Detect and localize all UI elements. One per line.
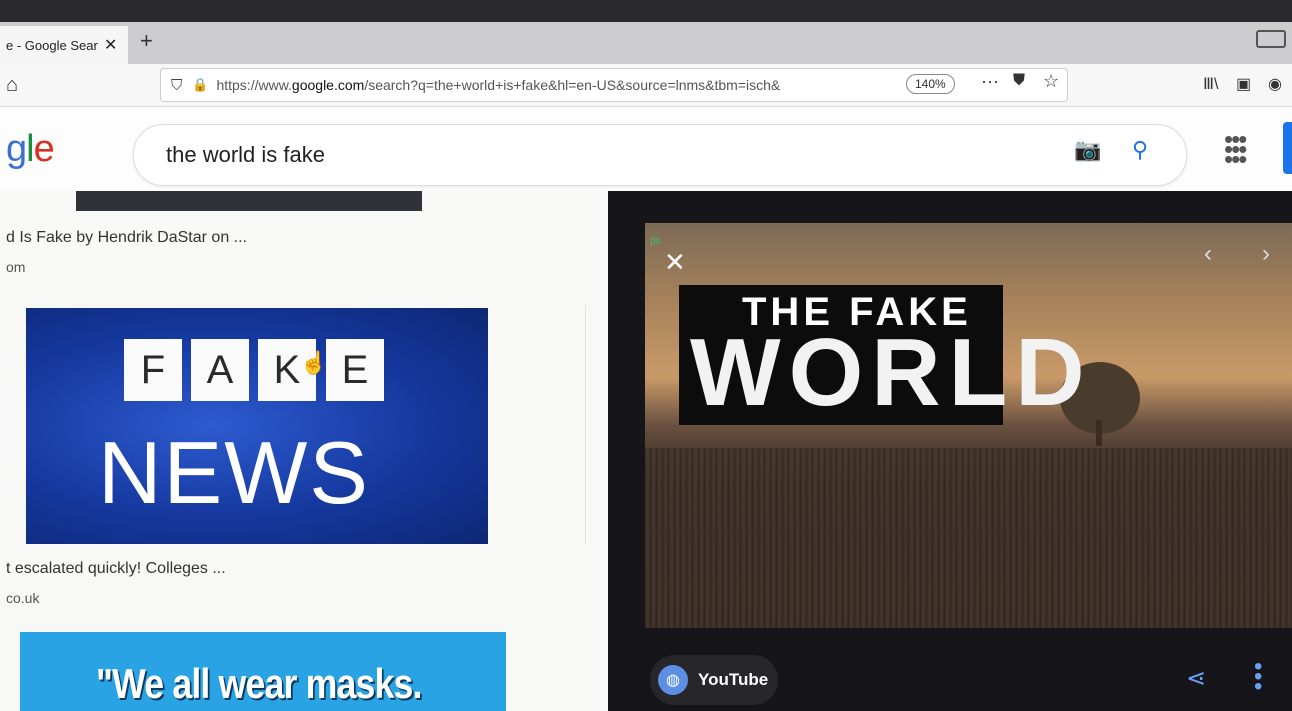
bookmark-star-icon[interactable]: ☆ [1043, 71, 1059, 92]
fake-letter-card: E [326, 339, 384, 401]
url-domain: google.com [291, 77, 365, 93]
source-label: YouTube [698, 670, 769, 689]
url-prefix: https://www. [216, 77, 292, 93]
search-box[interactable]: the world is fake 📷 ⚲ [133, 124, 1187, 186]
camera-search-icon[interactable]: 📷 [1074, 137, 1101, 163]
search-input[interactable]: the world is fake [166, 142, 325, 168]
monitor-bezel [0, 0, 1292, 22]
search-icon[interactable]: ⚲ [1132, 137, 1148, 163]
chevron-right-icon[interactable]: › [1262, 240, 1270, 268]
home-icon[interactable]: ⌂ [6, 74, 18, 97]
fake-letter-card: A [191, 339, 249, 401]
library-icon[interactable]: Ⅲ\ [1203, 74, 1218, 94]
zoom-level-button[interactable]: 140% [906, 74, 955, 94]
result-title[interactable]: t escalated quickly! Colleges ... [6, 560, 226, 578]
result-source: om [6, 259, 26, 275]
sign-in-button[interactable] [1283, 122, 1292, 174]
address-bar[interactable]: ⛉ 🔒 https://www.google.com/search?q=the+… [160, 68, 1068, 102]
logo-letter-g: g [6, 128, 27, 170]
masks-text: "We all wear masks. [96, 660, 422, 707]
fake-letter-card: F [124, 339, 182, 401]
page-actions-menu-icon[interactable]: ··· [981, 71, 999, 92]
result-thumbnail-top[interactable] [76, 191, 422, 211]
preview-title-line2: WORLD [690, 319, 1093, 426]
lock-icon[interactable]: 🔒 [192, 77, 208, 93]
result-title[interactable]: d Is Fake by Hendrik DaStar on ... [6, 229, 247, 247]
sidebar-icon[interactable]: ▣ [1236, 74, 1251, 94]
news-word: NEWS [98, 423, 370, 522]
preview-tree-trunk [1096, 420, 1102, 446]
result-source: co.uk [6, 590, 40, 606]
logo-letter-e: e [33, 128, 55, 170]
browser-tab[interactable]: e - Google Sear ✕ [0, 26, 128, 64]
account-icon[interactable]: ◉ [1268, 74, 1282, 94]
logo-letter-l: l [26, 128, 35, 170]
share-icon[interactable]: ⋖ [1186, 664, 1206, 693]
preview-ground [645, 448, 1292, 628]
more-options-icon[interactable]: • • • [1254, 655, 1262, 699]
tab-close-icon[interactable]: ✕ [104, 35, 117, 55]
preview-badge: p̈̈̈s [650, 236, 661, 247]
new-tab-button[interactable]: + [140, 28, 153, 54]
shield-icon[interactable]: ⛉ [171, 77, 182, 94]
tab-strip [0, 22, 1292, 64]
globe-icon: ◍ [658, 665, 688, 695]
url-text[interactable]: https://www.google.com/search?q=the+worl… [216, 77, 866, 93]
close-icon[interactable]: ✕ [664, 247, 686, 278]
screen: e - Google Sear ✕ + ⌂ ⛉ 🔒 https://www.go… [0, 0, 1292, 711]
pocket-icon[interactable]: ⛊ [1013, 72, 1025, 90]
source-chip[interactable]: ◍ YouTube [650, 655, 778, 705]
window-restore-icon[interactable] [1256, 30, 1286, 48]
apps-grid-icon[interactable]: ••• ••• ••• [1224, 126, 1247, 172]
google-logo[interactable]: gle [6, 128, 55, 171]
result-divider [585, 305, 586, 545]
tab-title: e - Google Sear [6, 37, 98, 53]
chevron-left-icon[interactable]: ‹ [1204, 240, 1212, 268]
url-path: /search?q=the+world+is+fake&hl=en-US&sou… [364, 77, 781, 93]
hand-cursor-icon: ☝ [300, 350, 328, 375]
